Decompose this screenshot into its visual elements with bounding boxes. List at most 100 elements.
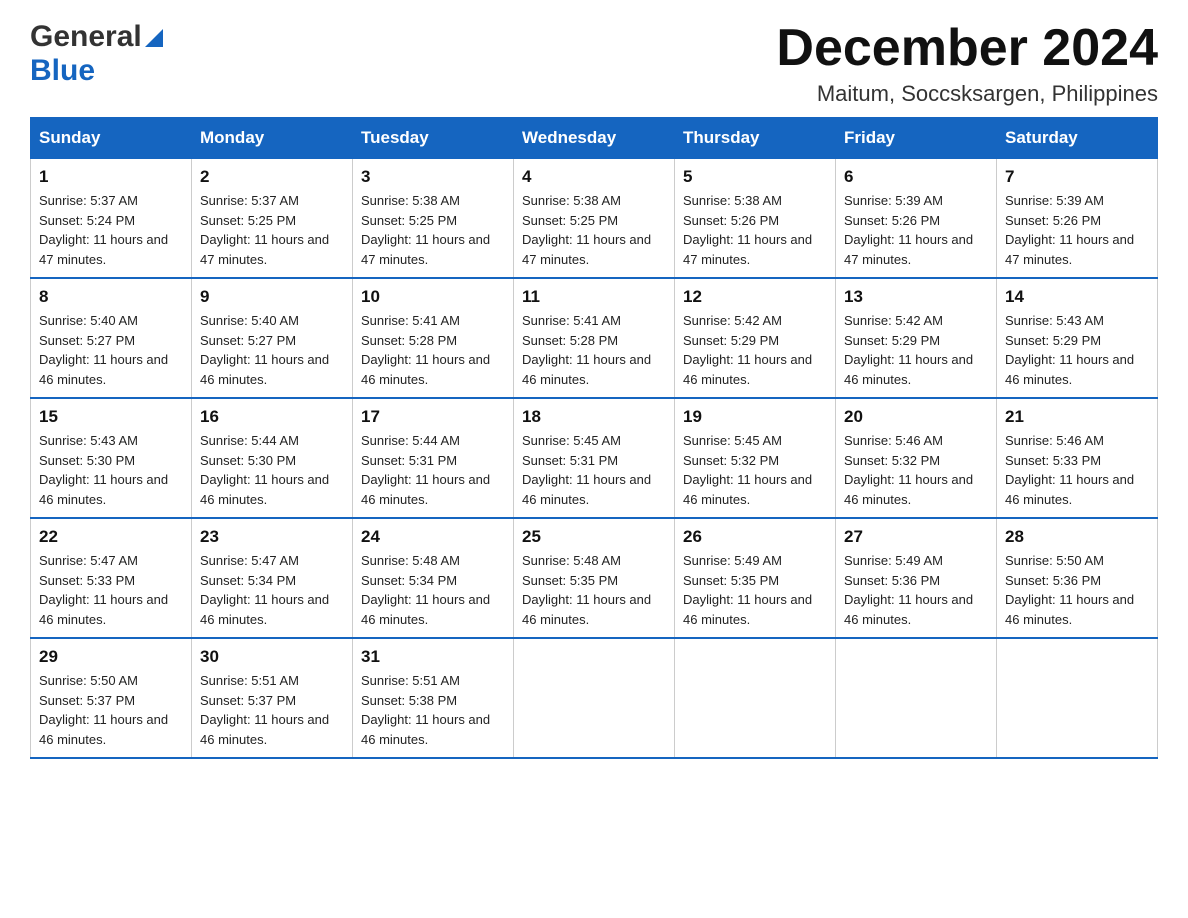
day-number: 18	[522, 407, 666, 427]
day-info: Sunrise: 5:37 AM Sunset: 5:24 PM Dayligh…	[39, 191, 183, 269]
day-info: Sunrise: 5:41 AM Sunset: 5:28 PM Dayligh…	[522, 311, 666, 389]
day-info: Sunrise: 5:46 AM Sunset: 5:32 PM Dayligh…	[844, 431, 988, 509]
calendar-cell: 2 Sunrise: 5:37 AM Sunset: 5:25 PM Dayli…	[192, 159, 353, 279]
calendar-header-row: SundayMondayTuesdayWednesdayThursdayFrid…	[31, 118, 1158, 159]
day-number: 5	[683, 167, 827, 187]
day-number: 19	[683, 407, 827, 427]
day-number: 22	[39, 527, 183, 547]
day-number: 21	[1005, 407, 1149, 427]
calendar-cell: 18 Sunrise: 5:45 AM Sunset: 5:31 PM Dayl…	[514, 398, 675, 518]
column-header-monday: Monday	[192, 118, 353, 159]
day-info: Sunrise: 5:49 AM Sunset: 5:36 PM Dayligh…	[844, 551, 988, 629]
week-row-4: 22 Sunrise: 5:47 AM Sunset: 5:33 PM Dayl…	[31, 518, 1158, 638]
day-number: 29	[39, 647, 183, 667]
calendar-cell: 22 Sunrise: 5:47 AM Sunset: 5:33 PM Dayl…	[31, 518, 192, 638]
calendar-cell	[675, 638, 836, 758]
calendar-cell	[836, 638, 997, 758]
calendar-cell: 27 Sunrise: 5:49 AM Sunset: 5:36 PM Dayl…	[836, 518, 997, 638]
day-info: Sunrise: 5:51 AM Sunset: 5:38 PM Dayligh…	[361, 671, 505, 749]
week-row-5: 29 Sunrise: 5:50 AM Sunset: 5:37 PM Dayl…	[31, 638, 1158, 758]
calendar-cell: 29 Sunrise: 5:50 AM Sunset: 5:37 PM Dayl…	[31, 638, 192, 758]
calendar-cell: 12 Sunrise: 5:42 AM Sunset: 5:29 PM Dayl…	[675, 278, 836, 398]
day-number: 28	[1005, 527, 1149, 547]
column-header-saturday: Saturday	[997, 118, 1158, 159]
day-number: 11	[522, 287, 666, 307]
month-year-title: December 2024	[776, 20, 1158, 77]
day-info: Sunrise: 5:40 AM Sunset: 5:27 PM Dayligh…	[39, 311, 183, 389]
calendar-cell: 17 Sunrise: 5:44 AM Sunset: 5:31 PM Dayl…	[353, 398, 514, 518]
calendar-cell: 14 Sunrise: 5:43 AM Sunset: 5:29 PM Dayl…	[997, 278, 1158, 398]
day-info: Sunrise: 5:41 AM Sunset: 5:28 PM Dayligh…	[361, 311, 505, 389]
column-header-sunday: Sunday	[31, 118, 192, 159]
logo-triangle-icon	[145, 29, 163, 47]
calendar-cell: 6 Sunrise: 5:39 AM Sunset: 5:26 PM Dayli…	[836, 159, 997, 279]
logo-blue: Blue	[30, 54, 95, 87]
calendar-cell: 3 Sunrise: 5:38 AM Sunset: 5:25 PM Dayli…	[353, 159, 514, 279]
calendar-cell: 5 Sunrise: 5:38 AM Sunset: 5:26 PM Dayli…	[675, 159, 836, 279]
day-number: 4	[522, 167, 666, 187]
day-number: 13	[844, 287, 988, 307]
day-number: 24	[361, 527, 505, 547]
day-info: Sunrise: 5:48 AM Sunset: 5:34 PM Dayligh…	[361, 551, 505, 629]
day-info: Sunrise: 5:43 AM Sunset: 5:29 PM Dayligh…	[1005, 311, 1149, 389]
calendar-cell: 23 Sunrise: 5:47 AM Sunset: 5:34 PM Dayl…	[192, 518, 353, 638]
title-block: December 2024 Maitum, Soccsksargen, Phil…	[776, 20, 1158, 107]
day-number: 31	[361, 647, 505, 667]
day-info: Sunrise: 5:47 AM Sunset: 5:34 PM Dayligh…	[200, 551, 344, 629]
day-info: Sunrise: 5:49 AM Sunset: 5:35 PM Dayligh…	[683, 551, 827, 629]
day-info: Sunrise: 5:50 AM Sunset: 5:36 PM Dayligh…	[1005, 551, 1149, 629]
calendar-cell	[514, 638, 675, 758]
day-number: 1	[39, 167, 183, 187]
day-info: Sunrise: 5:39 AM Sunset: 5:26 PM Dayligh…	[844, 191, 988, 269]
day-info: Sunrise: 5:47 AM Sunset: 5:33 PM Dayligh…	[39, 551, 183, 629]
day-number: 25	[522, 527, 666, 547]
column-header-wednesday: Wednesday	[514, 118, 675, 159]
column-header-tuesday: Tuesday	[353, 118, 514, 159]
day-info: Sunrise: 5:42 AM Sunset: 5:29 PM Dayligh…	[683, 311, 827, 389]
week-row-1: 1 Sunrise: 5:37 AM Sunset: 5:24 PM Dayli…	[31, 159, 1158, 279]
calendar-cell: 7 Sunrise: 5:39 AM Sunset: 5:26 PM Dayli…	[997, 159, 1158, 279]
day-number: 2	[200, 167, 344, 187]
calendar-cell: 13 Sunrise: 5:42 AM Sunset: 5:29 PM Dayl…	[836, 278, 997, 398]
day-info: Sunrise: 5:44 AM Sunset: 5:31 PM Dayligh…	[361, 431, 505, 509]
day-number: 27	[844, 527, 988, 547]
day-number: 16	[200, 407, 344, 427]
day-info: Sunrise: 5:39 AM Sunset: 5:26 PM Dayligh…	[1005, 191, 1149, 269]
day-info: Sunrise: 5:51 AM Sunset: 5:37 PM Dayligh…	[200, 671, 344, 749]
week-row-2: 8 Sunrise: 5:40 AM Sunset: 5:27 PM Dayli…	[31, 278, 1158, 398]
calendar-cell: 1 Sunrise: 5:37 AM Sunset: 5:24 PM Dayli…	[31, 159, 192, 279]
calendar-cell: 31 Sunrise: 5:51 AM Sunset: 5:38 PM Dayl…	[353, 638, 514, 758]
column-header-thursday: Thursday	[675, 118, 836, 159]
day-number: 30	[200, 647, 344, 667]
day-number: 23	[200, 527, 344, 547]
day-info: Sunrise: 5:44 AM Sunset: 5:30 PM Dayligh…	[200, 431, 344, 509]
day-number: 20	[844, 407, 988, 427]
day-info: Sunrise: 5:38 AM Sunset: 5:26 PM Dayligh…	[683, 191, 827, 269]
day-number: 12	[683, 287, 827, 307]
calendar-cell: 19 Sunrise: 5:45 AM Sunset: 5:32 PM Dayl…	[675, 398, 836, 518]
calendar-cell: 4 Sunrise: 5:38 AM Sunset: 5:25 PM Dayli…	[514, 159, 675, 279]
day-info: Sunrise: 5:38 AM Sunset: 5:25 PM Dayligh…	[522, 191, 666, 269]
day-info: Sunrise: 5:38 AM Sunset: 5:25 PM Dayligh…	[361, 191, 505, 269]
calendar-cell: 15 Sunrise: 5:43 AM Sunset: 5:30 PM Dayl…	[31, 398, 192, 518]
calendar-cell: 9 Sunrise: 5:40 AM Sunset: 5:27 PM Dayli…	[192, 278, 353, 398]
day-number: 6	[844, 167, 988, 187]
day-info: Sunrise: 5:40 AM Sunset: 5:27 PM Dayligh…	[200, 311, 344, 389]
calendar-cell: 10 Sunrise: 5:41 AM Sunset: 5:28 PM Dayl…	[353, 278, 514, 398]
day-info: Sunrise: 5:46 AM Sunset: 5:33 PM Dayligh…	[1005, 431, 1149, 509]
day-number: 10	[361, 287, 505, 307]
calendar-cell: 24 Sunrise: 5:48 AM Sunset: 5:34 PM Dayl…	[353, 518, 514, 638]
day-info: Sunrise: 5:43 AM Sunset: 5:30 PM Dayligh…	[39, 431, 183, 509]
day-number: 26	[683, 527, 827, 547]
page-header: General Blue December 2024 Maitum, Soccs…	[30, 20, 1158, 107]
calendar-cell: 25 Sunrise: 5:48 AM Sunset: 5:35 PM Dayl…	[514, 518, 675, 638]
calendar-cell	[997, 638, 1158, 758]
calendar-cell: 11 Sunrise: 5:41 AM Sunset: 5:28 PM Dayl…	[514, 278, 675, 398]
calendar-cell: 21 Sunrise: 5:46 AM Sunset: 5:33 PM Dayl…	[997, 398, 1158, 518]
day-info: Sunrise: 5:48 AM Sunset: 5:35 PM Dayligh…	[522, 551, 666, 629]
calendar-cell: 28 Sunrise: 5:50 AM Sunset: 5:36 PM Dayl…	[997, 518, 1158, 638]
day-number: 8	[39, 287, 183, 307]
week-row-3: 15 Sunrise: 5:43 AM Sunset: 5:30 PM Dayl…	[31, 398, 1158, 518]
day-info: Sunrise: 5:45 AM Sunset: 5:31 PM Dayligh…	[522, 431, 666, 509]
calendar-cell: 26 Sunrise: 5:49 AM Sunset: 5:35 PM Dayl…	[675, 518, 836, 638]
